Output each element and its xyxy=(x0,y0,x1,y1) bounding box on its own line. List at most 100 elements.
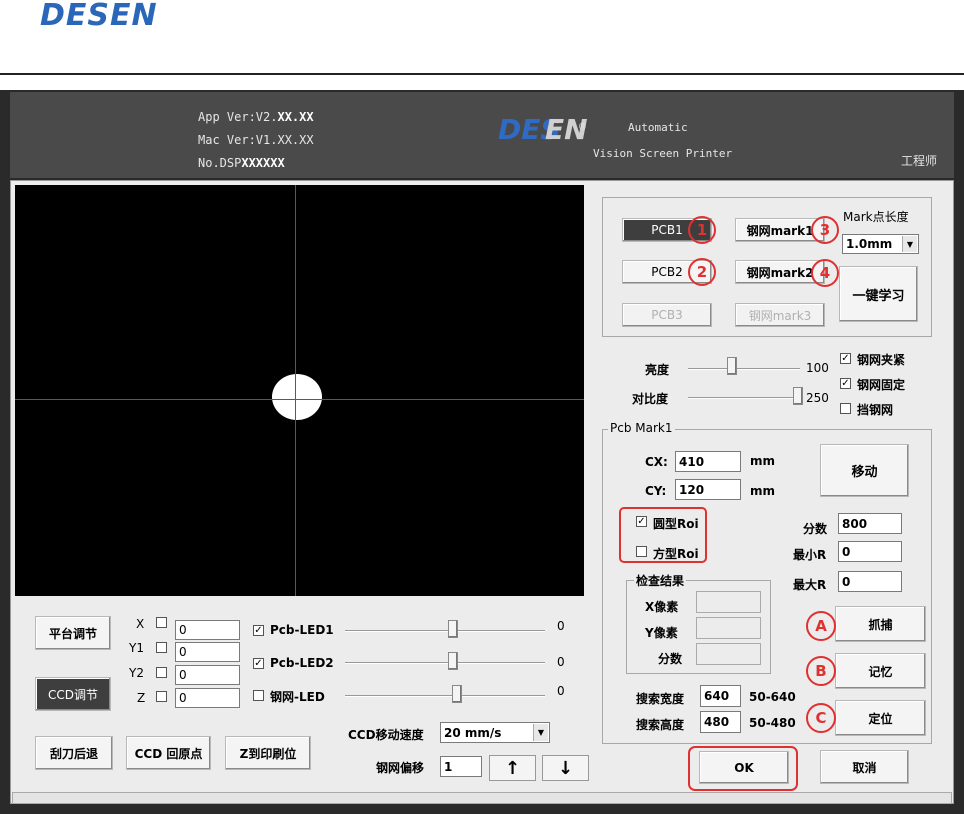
annotation-4: 4 xyxy=(811,259,839,287)
capture-button[interactable]: 抓捕 xyxy=(835,606,926,642)
annotation-b: B xyxy=(806,656,836,686)
z-axis-input[interactable]: 0 xyxy=(175,688,240,708)
stencil-offset-label: 钢网偏移 xyxy=(376,761,425,775)
mac-version: Mac Ver:V1.XX.XX xyxy=(198,133,314,147)
y-pixel-field xyxy=(696,617,761,639)
y2-axis-label: Y2 xyxy=(129,666,144,680)
score-input[interactable]: 800 xyxy=(838,513,902,534)
led3-track xyxy=(345,695,545,697)
down-arrow-icon[interactable]: ↓ xyxy=(542,755,589,781)
stencil-clamp-label: 钢网夹紧 xyxy=(857,353,906,367)
x-axis-input[interactable]: 0 xyxy=(175,620,240,640)
block-stencil-checkbox[interactable] xyxy=(840,403,851,414)
led1-track xyxy=(345,630,545,632)
led1-value: 0 xyxy=(557,619,565,633)
annotation-2: 2 xyxy=(688,258,716,286)
cx-label: CX: xyxy=(645,455,668,469)
led3-value: 0 xyxy=(557,684,565,698)
min-r-input[interactable]: 0 xyxy=(838,541,902,562)
platform-adjust-button[interactable]: 平台调节 xyxy=(35,616,111,650)
contrast-label: 对比度 xyxy=(632,392,669,406)
led1-checkbox[interactable]: ✓ xyxy=(253,625,264,636)
max-r-label: 最大R xyxy=(793,578,827,592)
x-axis-checkbox[interactable] xyxy=(156,617,167,628)
z-axis-checkbox[interactable] xyxy=(156,691,167,702)
led2-value: 0 xyxy=(557,655,565,669)
brightness-slider[interactable] xyxy=(726,357,737,375)
max-r-input[interactable]: 0 xyxy=(838,571,902,592)
y1-axis-input[interactable]: 0 xyxy=(175,642,240,662)
square-roi-label: 方型Roi xyxy=(653,547,699,561)
contrast-slider[interactable] xyxy=(792,387,803,405)
brightness-track xyxy=(688,368,800,370)
ccd-adjust-button[interactable]: CCD调节 xyxy=(35,677,111,711)
led2-checkbox[interactable]: ✓ xyxy=(253,658,264,669)
stencil-fixed-label: 钢网固定 xyxy=(857,378,906,392)
ccd-speed-label: CCD移动速度 xyxy=(348,728,424,742)
up-arrow-icon[interactable]: ↑ xyxy=(489,755,536,781)
contrast-value: 250 xyxy=(806,391,829,405)
pcb3-button[interactable]: PCB3 xyxy=(622,303,712,327)
led3-label: 钢网-LED xyxy=(270,690,325,704)
cx-input[interactable]: 410 xyxy=(675,451,741,472)
y-pixel-label: Y像素 xyxy=(645,626,678,640)
x-pixel-label: X像素 xyxy=(645,600,679,614)
z-print-position-button[interactable]: Z到印刷位 xyxy=(225,736,311,770)
crosshair-vertical xyxy=(295,185,296,596)
x-pixel-field xyxy=(696,591,761,613)
desen-logo: DESEN xyxy=(40,0,158,33)
search-width-label: 搜索宽度 xyxy=(636,692,685,706)
annotation-3: 3 xyxy=(811,216,839,244)
y2-axis-checkbox[interactable] xyxy=(156,667,167,678)
status-bar xyxy=(12,792,952,804)
mark-length-select[interactable]: 1.0mm ▼ xyxy=(842,234,919,254)
result-score-label: 分数 xyxy=(658,652,683,666)
memory-button[interactable]: 记忆 xyxy=(835,653,926,689)
stencil-mark3-button[interactable]: 钢网mark3 xyxy=(735,303,825,327)
stencil-fixed-checkbox[interactable]: ✓ xyxy=(840,378,851,389)
search-height-range: 50-480 xyxy=(749,716,796,730)
contrast-track xyxy=(688,397,800,399)
cy-unit: mm xyxy=(750,484,776,498)
stencil-offset-input[interactable]: 1 xyxy=(440,756,482,777)
ccd-home-button[interactable]: CCD 回原点 xyxy=(126,736,211,770)
cy-input[interactable]: 120 xyxy=(675,479,741,500)
score-label: 分数 xyxy=(803,522,828,536)
cy-label: CY: xyxy=(645,484,667,498)
search-width-input[interactable]: 640 xyxy=(700,685,741,707)
move-button[interactable]: 移动 xyxy=(820,444,909,497)
led3-checkbox[interactable] xyxy=(253,690,264,701)
app-version: App Ver:V2.XX.XX xyxy=(198,110,314,124)
search-height-input[interactable]: 480 xyxy=(700,711,741,733)
app-header xyxy=(10,92,954,178)
led2-label: Pcb-LED2 xyxy=(270,656,334,670)
y1-axis-checkbox[interactable] xyxy=(156,642,167,653)
led2-slider[interactable] xyxy=(448,652,458,670)
product-line2: Vision Screen Printer xyxy=(593,147,733,160)
result-title: 检查结果 xyxy=(634,572,687,589)
y2-axis-input[interactable]: 0 xyxy=(175,665,240,685)
brightness-value: 100 xyxy=(806,361,829,375)
dsp-number: No.DSPXXXXXX xyxy=(198,156,285,170)
mark-length-label: Mark点长度 xyxy=(843,210,909,224)
chevron-down-icon: ▼ xyxy=(533,724,548,741)
annotation-1: 1 xyxy=(688,216,716,244)
z-axis-label: Z xyxy=(137,691,146,705)
result-score-field xyxy=(696,643,761,665)
ccd-speed-select[interactable]: 20 mm/s ▼ xyxy=(440,722,550,743)
locate-button[interactable]: 定位 xyxy=(835,700,926,736)
annotation-a: A xyxy=(806,611,836,641)
ok-button[interactable]: OK xyxy=(699,751,789,784)
round-roi-checkbox[interactable]: ✓ xyxy=(636,516,647,527)
one-click-learn-button[interactable]: 一键学习 xyxy=(839,266,918,322)
led1-slider[interactable] xyxy=(448,620,458,638)
y1-axis-label: Y1 xyxy=(129,641,144,655)
crosshair-horizontal xyxy=(15,399,584,400)
squeegee-back-button[interactable]: 刮刀后退 xyxy=(35,736,113,770)
led3-slider[interactable] xyxy=(452,685,462,703)
stencil-clamp-checkbox[interactable]: ✓ xyxy=(840,353,851,364)
round-roi-label: 圆型Roi xyxy=(653,517,699,531)
square-roi-checkbox[interactable] xyxy=(636,546,647,557)
cancel-button[interactable]: 取消 xyxy=(820,750,909,784)
x-axis-label: X xyxy=(136,617,145,631)
